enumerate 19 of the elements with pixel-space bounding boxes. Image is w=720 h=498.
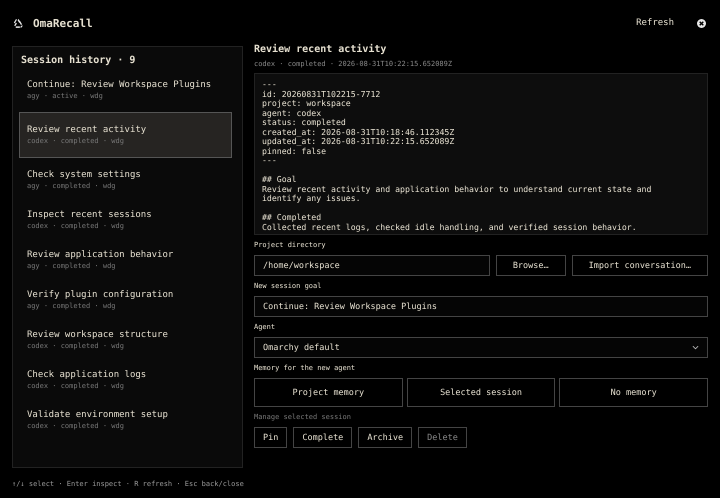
close-icon[interactable] (697, 18, 706, 28)
memory-option[interactable]: No memory (559, 378, 708, 407)
recycle-icon (13, 18, 24, 28)
manage-button[interactable]: Complete (293, 427, 352, 448)
goal-field[interactable]: Continue: Review Workspace Plugins (254, 296, 708, 317)
session-title: Review recent activity (254, 43, 388, 57)
directory-field[interactable]: /home/workspace (254, 255, 490, 276)
manage-button[interactable]: Pin (254, 427, 288, 448)
manage-button[interactable]: Archive (358, 427, 412, 448)
panel-title: Session history · 9 (20, 55, 136, 68)
memory-option[interactable]: Selected session (406, 378, 556, 407)
import-button[interactable]: Import conversation… (572, 255, 708, 276)
agent-dropdown[interactable]: Omarchy default (254, 337, 708, 358)
session-preview: --- id: 20260831T102215-7712 project: workspace agent: codex status: completed created_at: 2026-08-31T10:18:46.112345Z updated_at: 2026-08-31T10:22:15.652089Z pinned: false --- ## Goal Review recent activity and application behavior to understand current state and identify any issues. ## Completed Collected recent logs, checked idle handling, and verified session behavior. (254, 73, 708, 235)
refresh-button[interactable]: Refresh (636, 18, 674, 28)
memory-option[interactable]: Project memory (254, 378, 403, 407)
browse-button[interactable]: Browse… (496, 255, 566, 276)
app-title: OmaRecall (33, 16, 93, 30)
chevron-down-icon (692, 345, 699, 350)
